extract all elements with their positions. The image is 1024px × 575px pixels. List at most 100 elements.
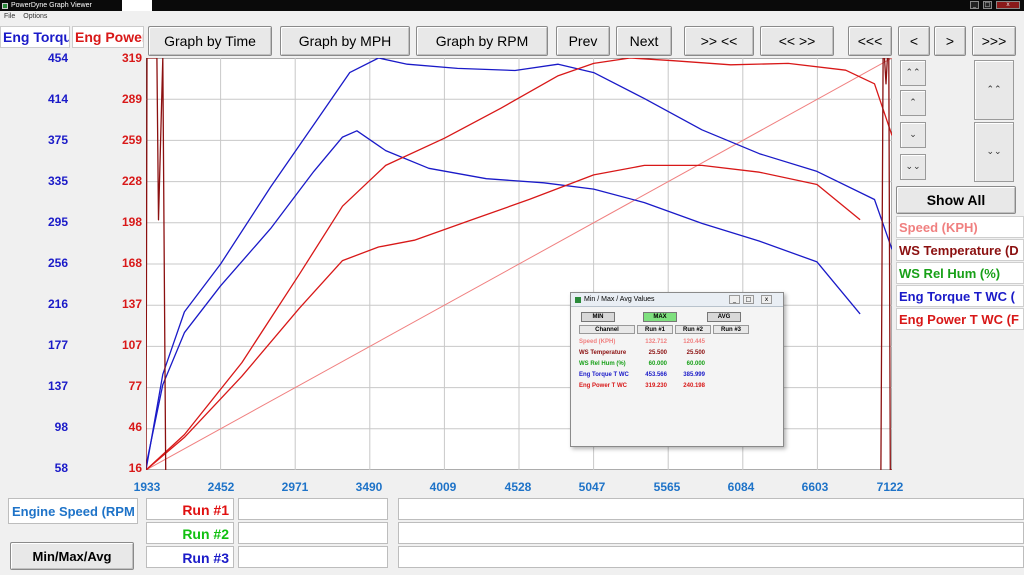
run3-panel[interactable]: Run #3: [146, 546, 234, 568]
window-titlebar: PowerDyne Graph Viewer _ □ x: [0, 0, 1024, 11]
dialog-maximize-icon[interactable]: □: [743, 295, 754, 304]
zoom-in-button[interactable]: >> <<: [684, 26, 754, 56]
dialog-value: 120.445: [683, 339, 705, 345]
scroll-down-fast-button[interactable]: ⌄⌄: [900, 154, 926, 180]
x-channel-selector[interactable]: Engine Speed (RPM: [8, 498, 138, 524]
dialog-min-button[interactable]: MIN: [581, 312, 615, 322]
dialog-max-button[interactable]: MAX: [643, 312, 677, 322]
run1-label: Run #1: [182, 502, 229, 518]
pan-down-button[interactable]: ⌄⌄: [974, 122, 1014, 182]
torque-tick: 295: [47, 215, 68, 229]
dialog-title: Min / Max / Avg Values: [584, 296, 655, 303]
x-tick: 3490: [355, 480, 383, 494]
dialog-row-eng-power: Eng Power T WC: [579, 383, 627, 389]
x-tick: 5565: [653, 480, 681, 494]
scroll-right-button[interactable]: >: [934, 26, 966, 56]
dialog-row-ws-rel-hum: WS Rel Hum (%): [579, 361, 626, 367]
min-max-avg-button[interactable]: Min/Max/Avg: [10, 542, 134, 570]
torque-axis-label[interactable]: Eng Torque: [0, 26, 70, 48]
dialog-value: 132.712: [645, 339, 667, 345]
dialog-row-speed: Speed (KPH): [579, 339, 616, 345]
prev-button[interactable]: Prev: [556, 26, 610, 56]
menu-options[interactable]: Options: [23, 13, 47, 20]
torque-tick: 414: [47, 92, 68, 106]
torque-tick: 98: [54, 420, 68, 434]
power-tick: 289: [121, 92, 142, 106]
dialog-avg-button[interactable]: AVG: [707, 312, 741, 322]
dialog-header-run3: Run #3: [713, 325, 749, 334]
scroll-up-button[interactable]: ⌃: [900, 90, 926, 116]
minimize-icon[interactable]: _: [970, 1, 979, 9]
power-tick: 228: [121, 174, 142, 188]
torque-tick: 58: [54, 461, 68, 475]
x-tick: 6603: [801, 480, 829, 494]
scroll-far-left-button[interactable]: <<<: [848, 26, 892, 56]
dialog-header-channel: Channel: [579, 325, 635, 334]
x-tick: 2971: [281, 480, 309, 494]
x-tick: 5047: [578, 480, 606, 494]
dialog-header-run2: Run #2: [675, 325, 711, 334]
dialog-value: 60.000: [686, 361, 705, 367]
power-tick: 168: [121, 256, 142, 270]
dialog-value: 453.566: [645, 372, 667, 378]
run1-panel[interactable]: Run #1: [146, 498, 234, 520]
x-tick: 4528: [504, 480, 532, 494]
dialog-header-run1: Run #1: [637, 325, 673, 334]
pan-up-button[interactable]: ⌃⌃: [974, 60, 1014, 120]
dialog-row-eng-torque: Eng Torque T WC: [579, 372, 629, 378]
legend-speed[interactable]: Speed (KPH): [896, 216, 1024, 238]
dialog-row-ws-temperature: WS Temperature: [579, 350, 627, 356]
power-axis-label[interactable]: Eng Power: [72, 26, 144, 48]
close-icon[interactable]: x: [996, 1, 1020, 9]
legend-ws-temperature[interactable]: WS Temperature (D: [896, 239, 1024, 261]
power-tick: 107: [121, 338, 142, 352]
dialog-minimize-icon[interactable]: _: [729, 295, 740, 304]
power-tick: 198: [121, 215, 142, 229]
x-tick: 2452: [207, 480, 235, 494]
legend-eng-power[interactable]: Eng Power T WC (F: [896, 308, 1024, 330]
x-tick: 6084: [727, 480, 755, 494]
scroll-down-button[interactable]: ⌄: [900, 122, 926, 148]
menu-file[interactable]: File: [4, 13, 15, 20]
legend-ws-rel-hum[interactable]: WS Rel Hum (%): [896, 262, 1024, 284]
x-tick: 4009: [429, 480, 457, 494]
dialog-close-icon[interactable]: x: [761, 295, 772, 304]
dialog-app-icon: [575, 296, 581, 303]
power-tick: 137: [121, 297, 142, 311]
torque-tick: 454: [47, 51, 68, 65]
app-icon: [2, 2, 8, 9]
graph-by-rpm-button[interactable]: Graph by RPM: [416, 26, 548, 56]
torque-tick: 335: [47, 174, 68, 188]
dialog-value: 319.230: [645, 383, 667, 389]
power-tick: 16: [128, 461, 142, 475]
dialog-value: 25.500: [686, 350, 705, 356]
graph-by-mph-button[interactable]: Graph by MPH: [280, 26, 410, 56]
run3-info-field: [238, 546, 388, 568]
graph-by-time-button[interactable]: Graph by Time: [148, 26, 272, 56]
window-title: PowerDyne Graph Viewer: [11, 2, 92, 9]
zoom-out-button[interactable]: << >>: [760, 26, 834, 56]
power-tick: 46: [128, 420, 142, 434]
run1-notes-field: [398, 498, 1024, 520]
run1-info-field: [238, 498, 388, 520]
maximize-icon[interactable]: □: [983, 1, 992, 9]
scroll-far-right-button[interactable]: >>>: [972, 26, 1016, 56]
legend-eng-torque[interactable]: Eng Torque T WC (: [896, 285, 1024, 307]
next-button[interactable]: Next: [616, 26, 672, 56]
x-tick: 1933: [133, 480, 161, 494]
run2-panel[interactable]: Run #2: [146, 522, 234, 544]
menu-bar: File Options: [0, 11, 1024, 21]
scroll-left-button[interactable]: <: [898, 26, 930, 56]
dialog-value: 25.500: [648, 350, 667, 356]
power-tick: 77: [128, 379, 142, 393]
run2-label: Run #2: [182, 526, 229, 542]
power-tick: 259: [121, 133, 142, 147]
dialog-value: 60.000: [648, 361, 667, 367]
show-all-button[interactable]: Show All: [896, 186, 1016, 214]
run2-info-field: [238, 522, 388, 544]
torque-tick: 256: [47, 256, 68, 270]
scroll-up-fast-button[interactable]: ⌃⌃: [900, 60, 926, 86]
x-tick: 7122: [876, 480, 904, 494]
run2-notes-field: [398, 522, 1024, 544]
torque-tick: 216: [47, 297, 68, 311]
